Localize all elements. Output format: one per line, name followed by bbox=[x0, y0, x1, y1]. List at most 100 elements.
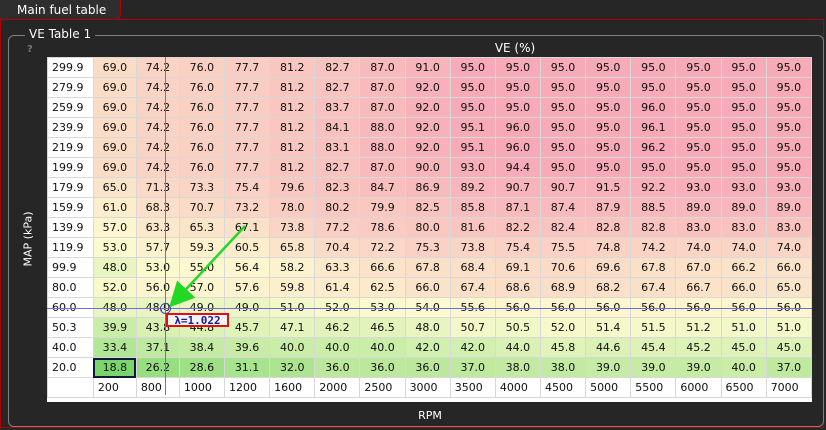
ve-cell[interactable]: 81.2 bbox=[269, 57, 316, 78]
map-axis-value[interactable]: 199.9 bbox=[47, 157, 94, 178]
ve-cell[interactable]: 81.2 bbox=[269, 157, 316, 178]
ve-cell[interactable]: 75.3 bbox=[404, 237, 451, 258]
ve-cell[interactable]: 57.7 bbox=[135, 237, 180, 258]
ve-cell[interactable]: 69.0 bbox=[92, 97, 137, 118]
ve-cell[interactable]: 95.0 bbox=[494, 57, 541, 78]
ve-cell[interactable]: 80.2 bbox=[314, 197, 361, 218]
ve-cell[interactable]: 87.1 bbox=[494, 197, 541, 218]
ve-cell[interactable]: 44.0 bbox=[494, 337, 541, 358]
ve-cell[interactable]: 69.6 bbox=[585, 257, 632, 278]
map-axis-value[interactable]: 259.9 bbox=[47, 97, 94, 118]
ve-cell[interactable]: 74.2 bbox=[135, 57, 180, 78]
ve-cell[interactable]: 89.0 bbox=[720, 197, 767, 218]
ve-cell[interactable]: 74.2 bbox=[135, 137, 180, 158]
ve-cell[interactable]: 95.0 bbox=[585, 77, 632, 98]
ve-cell[interactable]: 85.8 bbox=[449, 197, 496, 218]
ve-cell[interactable]: 51.2 bbox=[675, 317, 722, 338]
ve-cell[interactable]: 95.0 bbox=[720, 77, 767, 98]
ve-cell[interactable]: 75.4 bbox=[494, 237, 541, 258]
rpm-axis-value[interactable]: 1600 bbox=[269, 377, 316, 398]
ve-cell[interactable]: 95.0 bbox=[585, 157, 632, 178]
ve-cell[interactable]: 31.1 bbox=[223, 357, 271, 378]
ve-cell[interactable]: 90.0 bbox=[404, 157, 451, 178]
ve-cell[interactable]: 95.0 bbox=[585, 97, 632, 118]
ve-cell[interactable]: 74.0 bbox=[765, 237, 813, 258]
ve-cell[interactable]: 76.0 bbox=[178, 137, 226, 158]
ve-cell[interactable]: 50.7 bbox=[449, 317, 496, 338]
ve-cell[interactable]: 82.7 bbox=[314, 57, 361, 78]
ve-cell[interactable]: 60.5 bbox=[223, 237, 271, 258]
ve-cell[interactable]: 83.0 bbox=[765, 217, 813, 238]
ve-cell[interactable]: 65.0 bbox=[765, 277, 813, 298]
ve-cell[interactable]: 57.0 bbox=[178, 277, 226, 298]
ve-cell[interactable]: 40.0 bbox=[269, 337, 316, 358]
ve-cell[interactable]: 95.0 bbox=[630, 157, 677, 178]
ve-cell[interactable]: 87.0 bbox=[359, 57, 406, 78]
ve-cell[interactable]: 69.0 bbox=[92, 117, 137, 138]
ve-cell[interactable]: 52.0 bbox=[539, 317, 587, 338]
ve-cell[interactable]: 67.4 bbox=[449, 277, 496, 298]
ve-cell[interactable]: 28.6 bbox=[178, 357, 226, 378]
ve-cell[interactable]: 69.0 bbox=[92, 137, 137, 158]
ve-cell[interactable]: 55.0 bbox=[178, 257, 226, 278]
rpm-axis-value[interactable]: 5500 bbox=[630, 377, 677, 398]
ve-cell[interactable]: 96.2 bbox=[630, 137, 677, 158]
ve-cell[interactable]: 67.8 bbox=[630, 257, 677, 278]
ve-cell[interactable]: 39.0 bbox=[585, 357, 632, 378]
ve-cell[interactable]: 45.0 bbox=[765, 337, 813, 358]
ve-cell[interactable]: 87.4 bbox=[539, 197, 587, 218]
ve-cell[interactable]: 88.0 bbox=[359, 117, 406, 138]
map-axis-value[interactable]: 50.3 bbox=[47, 317, 94, 338]
ve-cell[interactable]: 33.4 bbox=[92, 337, 137, 358]
ve-cell[interactable]: 92.0 bbox=[404, 137, 451, 158]
rpm-axis-value[interactable]: 5000 bbox=[585, 377, 632, 398]
ve-cell[interactable]: 37.1 bbox=[135, 337, 180, 358]
map-axis-value[interactable]: 40.0 bbox=[47, 337, 94, 358]
ve-cell[interactable]: 93.0 bbox=[720, 177, 767, 198]
ve-cell[interactable]: 74.2 bbox=[135, 77, 180, 98]
ve-cell[interactable]: 95.1 bbox=[449, 137, 496, 158]
rpm-axis-value[interactable]: 200 bbox=[92, 377, 137, 398]
ve-cell[interactable]: 68.9 bbox=[539, 277, 587, 298]
ve-cell[interactable]: 77.7 bbox=[223, 137, 271, 158]
ve-cell[interactable]: 32.0 bbox=[269, 357, 316, 378]
ve-cell[interactable]: 82.5 bbox=[404, 197, 451, 218]
ve-cell[interactable]: 83.0 bbox=[720, 217, 767, 238]
ve-cell[interactable]: 79.9 bbox=[359, 197, 406, 218]
ve-cell[interactable]: 95.0 bbox=[720, 57, 767, 78]
ve-cell[interactable]: 46.2 bbox=[314, 317, 361, 338]
ve-cell[interactable]: 53.0 bbox=[135, 257, 180, 278]
ve-cell[interactable]: 42.0 bbox=[449, 337, 496, 358]
ve-cell[interactable]: 76.0 bbox=[178, 157, 226, 178]
map-axis-value[interactable]: 159.9 bbox=[47, 197, 94, 218]
ve-cell[interactable]: 75.4 bbox=[223, 177, 271, 198]
ve-cell[interactable]: 71.3 bbox=[135, 177, 180, 198]
map-axis-value[interactable]: 20.0 bbox=[47, 357, 94, 378]
ve-cell[interactable]: 95.0 bbox=[675, 157, 722, 178]
ve-cell[interactable]: 87.0 bbox=[359, 157, 406, 178]
ve-cell[interactable]: 96.1 bbox=[630, 117, 677, 138]
ve-cell[interactable]: 92.0 bbox=[404, 77, 451, 98]
ve-cell[interactable]: 87.9 bbox=[585, 197, 632, 218]
ve-cell[interactable]: 95.0 bbox=[720, 97, 767, 118]
ve-cell[interactable]: 74.0 bbox=[720, 237, 767, 258]
ve-cell[interactable]: 65.8 bbox=[269, 237, 316, 258]
ve-cell[interactable]: 82.2 bbox=[494, 217, 541, 238]
ve-cell[interactable]: 77.7 bbox=[223, 157, 271, 178]
ve-cell[interactable]: 45.2 bbox=[675, 337, 722, 358]
ve-cell[interactable]: 81.6 bbox=[449, 217, 496, 238]
ve-cell[interactable]: 51.0 bbox=[765, 317, 813, 338]
ve-cell[interactable]: 94.4 bbox=[494, 157, 541, 178]
ve-cell[interactable]: 91.0 bbox=[404, 57, 451, 78]
ve-cell[interactable]: 95.0 bbox=[765, 137, 813, 158]
rpm-axis-value[interactable]: 6000 bbox=[675, 377, 722, 398]
ve-cell[interactable]: 95.0 bbox=[675, 77, 722, 98]
ve-cell[interactable]: 95.0 bbox=[675, 137, 722, 158]
ve-cell[interactable]: 45.4 bbox=[630, 337, 677, 358]
ve-cell[interactable]: 58.2 bbox=[269, 257, 316, 278]
help-icon[interactable]: ? bbox=[27, 44, 33, 55]
ve-cell[interactable]: 83.7 bbox=[314, 97, 361, 118]
ve-cell[interactable]: 66.7 bbox=[675, 277, 722, 298]
ve-cell[interactable]: 91.5 bbox=[585, 177, 632, 198]
ve-cell[interactable]: 95.0 bbox=[585, 57, 632, 78]
